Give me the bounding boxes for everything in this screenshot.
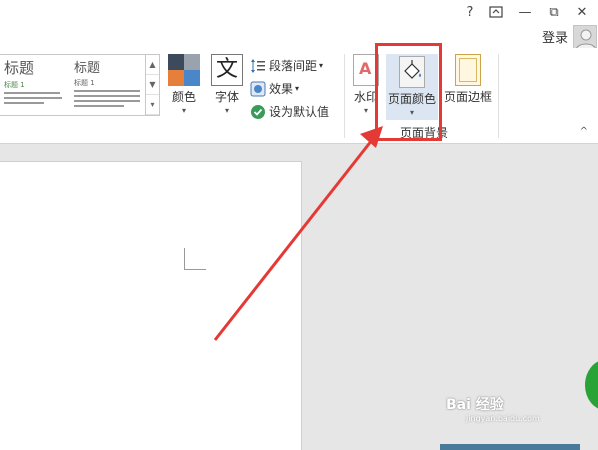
checkmark-icon	[250, 104, 266, 120]
gallery-scroll-down-button[interactable]: ▼	[146, 75, 159, 95]
paragraph-spacing-button[interactable]: 段落间距 ▾	[250, 54, 340, 77]
paragraph-spacing-icon	[250, 58, 266, 74]
baidu-jingyan-url: jingyan.baidu.com	[466, 414, 540, 423]
style-set-subtitle: 标题 1	[4, 81, 25, 89]
style-preview-lines	[74, 90, 144, 107]
taskbar-strip	[440, 444, 580, 450]
colors-label: 颜色	[171, 90, 196, 104]
fonts-button[interactable]: 文 字体 ▾	[208, 54, 246, 115]
style-set-item[interactable]: 标题 标题 1	[74, 57, 144, 113]
login-link[interactable]: 登录	[542, 27, 568, 46]
design-small-commands: 段落间距 ▾ 效果 ▾ 设为默认值	[250, 54, 340, 123]
chevron-down-icon: ▾	[319, 61, 324, 70]
colors-button[interactable]: 颜色 ▾	[166, 54, 202, 115]
help-button[interactable]: ?	[456, 1, 484, 23]
minimize-button[interactable]: —	[511, 1, 539, 23]
annotation-highlight-box	[375, 43, 442, 141]
gallery-scrollbar[interactable]: ▲ ▼ ▾	[145, 55, 159, 115]
close-button[interactable]: ✕	[568, 1, 596, 23]
set-as-default-label: 设为默认值	[269, 105, 330, 119]
document-canvas[interactable]	[0, 145, 598, 450]
ribbon-display-options-button[interactable]	[482, 1, 510, 23]
fonts-icon: 文	[211, 54, 243, 86]
title-bar: ? — ⧉ ✕	[0, 0, 598, 24]
gallery-scroll-up-button[interactable]: ▲	[146, 55, 159, 75]
style-set-gallery: 标题 标题 1 标题 标题 1 ▲ ▼ ▾	[0, 54, 160, 116]
style-set-subtitle: 标题 1	[74, 79, 95, 87]
margin-corner-mark	[184, 248, 206, 270]
page-border-icon	[455, 54, 481, 86]
page-border-button[interactable]: 页面边框	[442, 54, 494, 105]
chevron-down-icon: ▾	[295, 84, 300, 93]
document-page[interactable]	[0, 161, 302, 450]
chevron-down-icon: ▾	[181, 106, 186, 115]
style-set-title: 标题	[74, 61, 101, 76]
chevron-down-icon: ▾	[224, 106, 229, 115]
ribbon-design-tab: 标题 标题 1 标题 标题 1 ▲ ▼ ▾ 颜色 ▾ 文 字体 ▾ 段落间距 ▾…	[0, 48, 598, 144]
set-as-default-button[interactable]: 设为默认值	[250, 100, 340, 123]
style-set-item[interactable]: 标题 标题 1	[4, 57, 66, 113]
colors-icon	[168, 54, 200, 86]
group-separator	[498, 54, 499, 138]
baidu-jingyan-watermark: Bai 经验	[446, 397, 504, 413]
style-preview-lines	[4, 92, 66, 104]
avatar[interactable]	[573, 25, 597, 49]
group-separator	[344, 54, 345, 138]
page-border-label: 页面边框	[443, 90, 492, 104]
effects-label: 效果	[269, 82, 294, 96]
ribbon-display-icon	[489, 6, 503, 18]
user-icon	[576, 29, 596, 48]
account-row: 登录	[0, 24, 598, 49]
fonts-label: 字体	[214, 90, 239, 104]
restore-button[interactable]: ⧉	[540, 1, 568, 23]
effects-button[interactable]: 效果 ▾	[250, 77, 340, 100]
style-set-title: 标题	[4, 59, 35, 77]
collapse-ribbon-button[interactable]: ^	[580, 126, 588, 137]
gallery-more-button[interactable]: ▾	[146, 95, 159, 115]
effects-icon	[250, 81, 266, 97]
paragraph-spacing-label: 段落间距	[269, 59, 318, 73]
